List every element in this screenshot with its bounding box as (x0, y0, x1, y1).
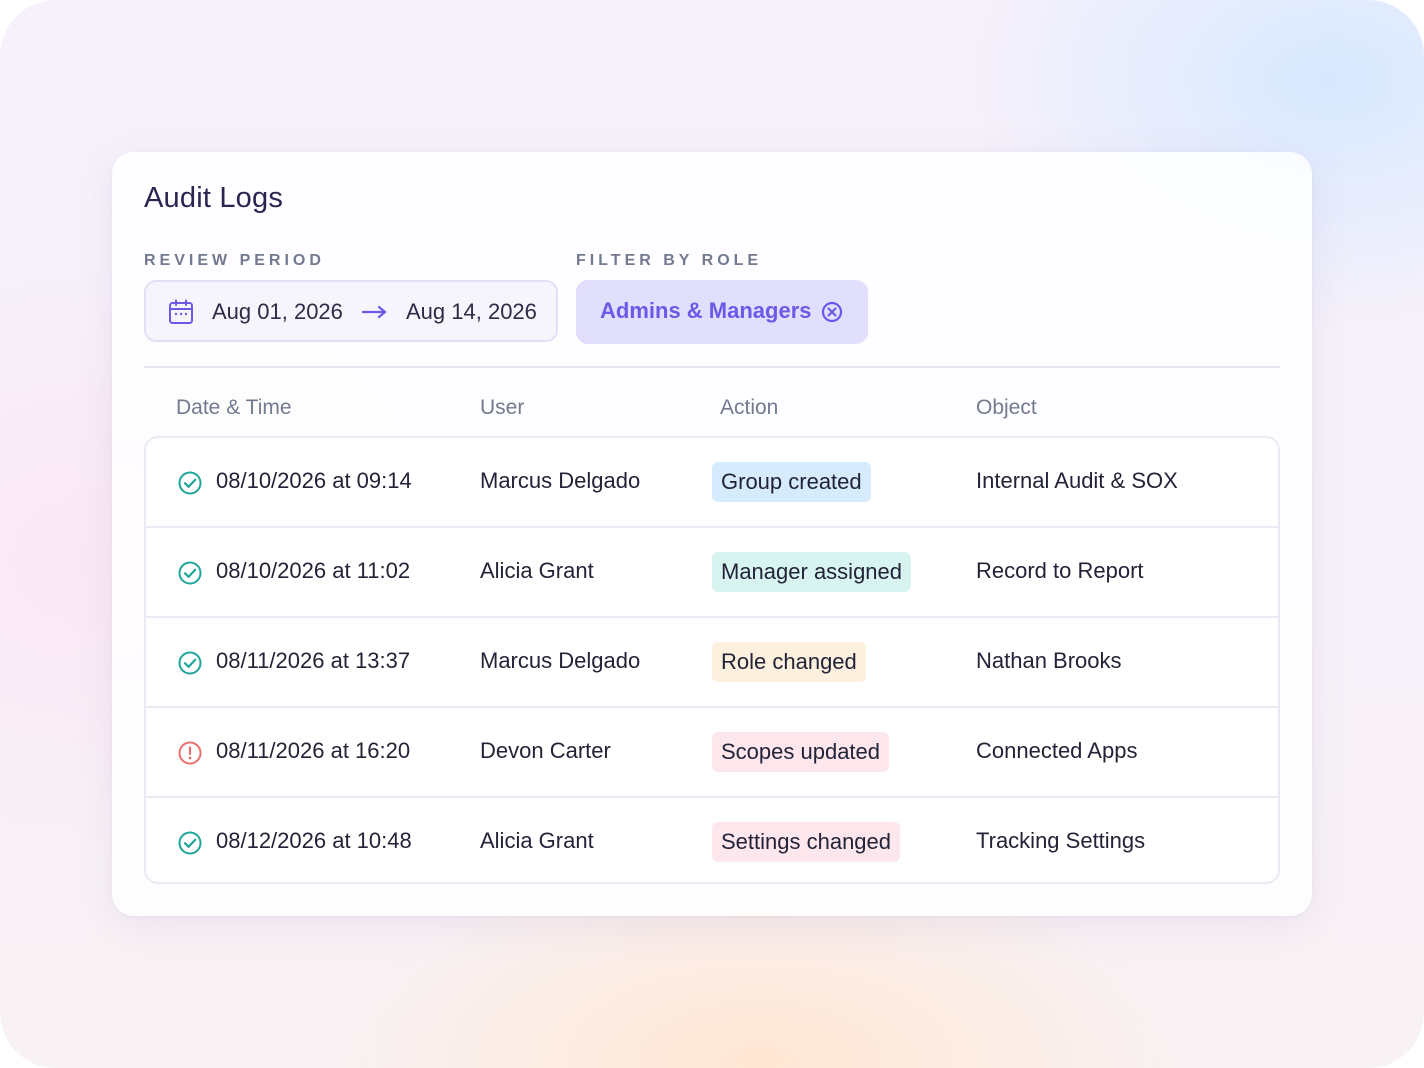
column-header-action[interactable]: Action (720, 396, 778, 420)
review-period-label: REVIEW PERIOD (144, 252, 325, 269)
check-circle-icon (178, 561, 202, 585)
calendar-icon (169, 299, 193, 324)
date-range-picker[interactable]: Aug 01, 2026 Aug 14, 2026 (144, 280, 558, 342)
action-badge: Group created (712, 462, 871, 502)
row-datetime: 08/10/2026 at 11:02 (216, 558, 411, 583)
table-row[interactable]: 08/10/2026 at 11:02 Alicia Grant Manager… (146, 526, 1278, 618)
check-circle-icon (178, 471, 202, 495)
row-user: Marcus Delgado (480, 648, 641, 673)
row-datetime: 08/12/2026 at 10:48 (216, 828, 412, 853)
column-header-datetime[interactable]: Date & Time (176, 396, 292, 420)
check-circle-icon (178, 831, 202, 855)
role-filter-value: Admins & Managers (600, 298, 812, 323)
action-badge: Settings changed (712, 822, 901, 862)
page-title: Audit Logs (144, 182, 284, 214)
table-row[interactable]: 08/10/2026 at 09:14 Marcus Delgado Group… (146, 438, 1278, 528)
column-header-object[interactable]: Object (976, 396, 1037, 420)
audit-logs-card: Audit Logs REVIEW PERIOD FILTER BY ROLE … (112, 152, 1312, 916)
divider (144, 366, 1280, 368)
row-user: Marcus Delgado (480, 468, 641, 493)
check-circle-icon (178, 651, 202, 675)
action-badge: Role changed (712, 642, 866, 682)
table-row[interactable]: 08/11/2026 at 16:20 Devon Carter Scopes … (146, 706, 1278, 798)
arrow-right-icon (362, 305, 387, 319)
column-header-user[interactable]: User (480, 396, 524, 420)
row-user: Alicia Grant (480, 558, 594, 583)
role-filter-chip[interactable]: Admins & Managers (576, 280, 868, 344)
table-row[interactable]: 08/11/2026 at 13:37 Marcus Delgado Role … (146, 616, 1278, 708)
row-user: Alicia Grant (480, 828, 594, 853)
row-object: Tracking Settings (976, 828, 1146, 853)
row-object: Record to Report (976, 558, 1144, 583)
row-object: Connected Apps (976, 738, 1138, 763)
end-date[interactable]: Aug 14, 2026 (406, 299, 537, 325)
row-object: Internal Audit & SOX (976, 468, 1178, 493)
table-row[interactable]: 08/12/2026 at 10:48 Alicia Grant Setting… (146, 796, 1278, 882)
audit-log-table: 08/10/2026 at 09:14 Marcus Delgado Group… (144, 436, 1280, 884)
alert-circle-icon (178, 741, 202, 765)
row-object: Nathan Brooks (976, 648, 1122, 673)
action-badge: Scopes updated (712, 732, 890, 772)
row-datetime: 08/11/2026 at 13:37 (216, 648, 411, 673)
row-datetime: 08/10/2026 at 09:14 (216, 468, 412, 493)
row-datetime: 08/11/2026 at 16:20 (216, 738, 411, 763)
filter-by-role-label: FILTER BY ROLE (576, 252, 763, 269)
action-badge: Manager assigned (712, 552, 912, 592)
clear-filter-icon[interactable] (821, 301, 843, 323)
row-user: Devon Carter (480, 738, 611, 763)
start-date[interactable]: Aug 01, 2026 (212, 299, 343, 325)
